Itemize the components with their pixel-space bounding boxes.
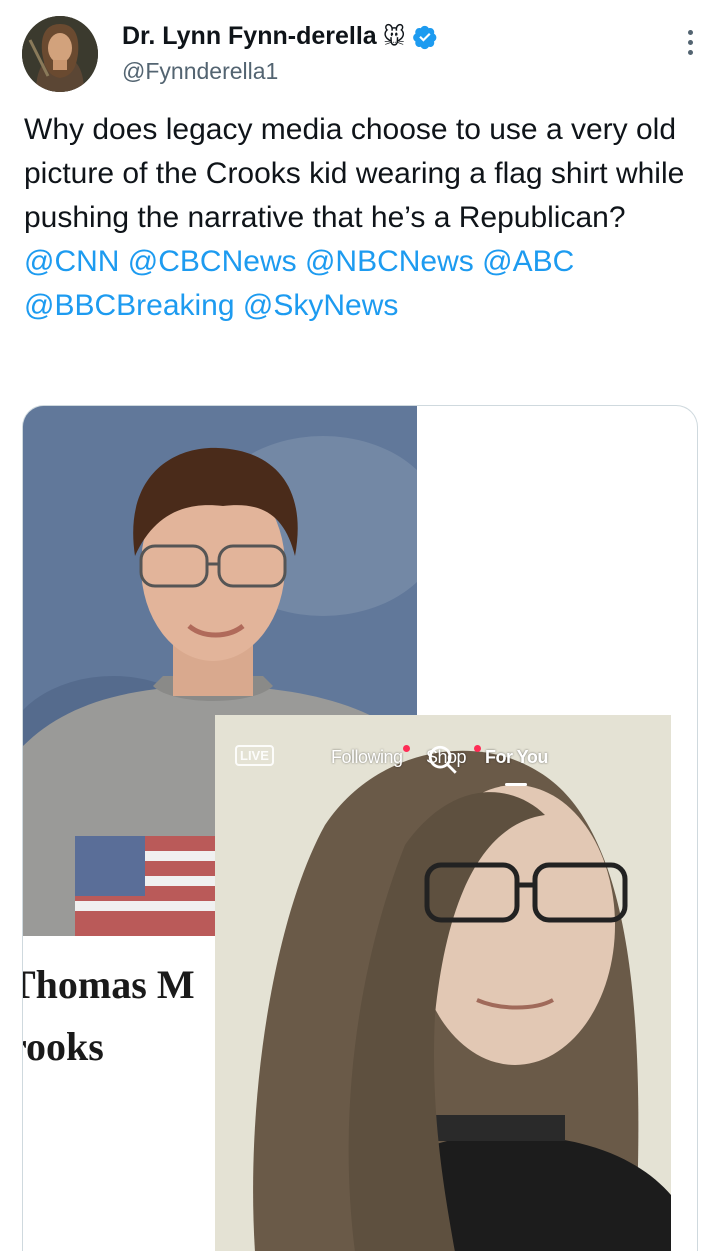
mention-abc[interactable]: @ABC [482,245,574,278]
active-tab-indicator [505,783,527,786]
selfie-illustration [215,715,671,1251]
caption-line-1: Thomas M [22,962,195,1007]
avatar-portrait-icon [22,16,98,92]
search-icon [428,745,457,774]
mention-skynews[interactable]: @SkyNews [243,289,398,322]
tiktok-screenshot: LIVE Following Shop For You [215,715,671,1251]
tiktok-top-nav: LIVE Following Shop For You [215,743,671,786]
mention-nbcnews[interactable]: @NBCNews [305,245,474,278]
mouse-emoji: 🐭 [382,23,406,49]
avatar[interactable] [22,16,98,92]
tweet-body: Why does legacy media choose to use a ve… [24,113,685,234]
more-options-icon[interactable] [685,30,695,60]
mention-bbcbreaking[interactable]: @BBCBreaking [24,289,235,322]
name-row: Dr. Lynn Fynn-derella 🐭 [122,22,438,51]
user-handle[interactable]: @Fynnderella1 [122,58,278,85]
tweet-media[interactable]: Thomas M rooks LIVE Following Shop [22,405,698,1251]
mention-cnn[interactable]: @CNN [24,245,119,278]
verified-badge-icon [412,25,437,49]
tweet-text: Why does legacy media choose to use a ve… [24,108,694,328]
name-caption: Thomas M rooks [22,954,195,1078]
mention-cbcnews[interactable]: @CBCNews [128,245,297,278]
display-name[interactable]: Dr. Lynn Fynn-derella [122,22,377,51]
caption-line-2: rooks [23,1024,104,1069]
tweet-header: Dr. Lynn Fynn-derella 🐭 @Fynnderella1 [22,16,695,96]
